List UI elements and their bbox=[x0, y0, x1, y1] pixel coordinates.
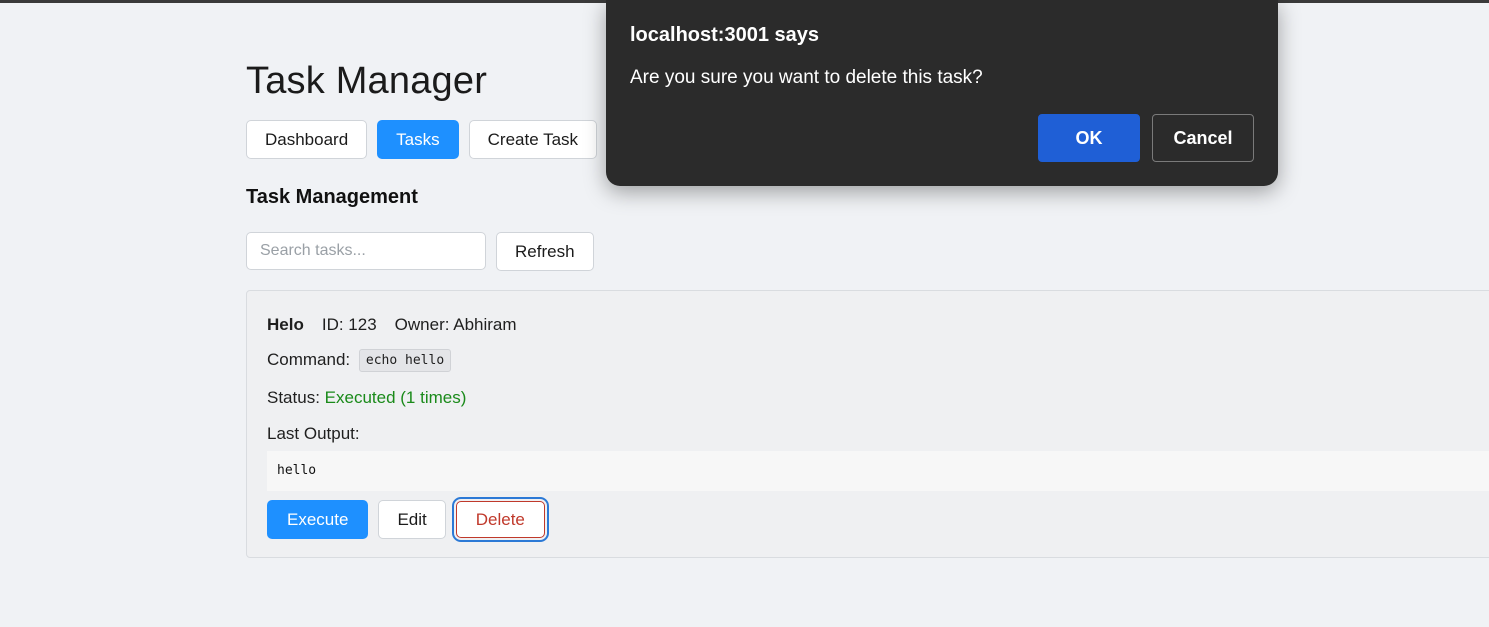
dialog-actions: OK Cancel bbox=[1038, 114, 1254, 162]
confirm-dialog: localhost:3001 says Are you sure you wan… bbox=[606, 0, 1278, 186]
task-header: Helo ID: 123 Owner: Abhiram bbox=[267, 315, 517, 335]
task-card: Helo ID: 123 Owner: Abhiram Command: ech… bbox=[246, 290, 1489, 558]
edit-button[interactable]: Edit bbox=[378, 500, 446, 539]
task-command-row: Command: echo hello bbox=[267, 349, 452, 372]
dialog-title: localhost:3001 says bbox=[630, 24, 819, 46]
task-owner: Owner: Abhiram bbox=[394, 315, 517, 334]
task-status-row: Status: Executed (1 times) bbox=[267, 388, 466, 408]
search-input[interactable] bbox=[246, 232, 486, 270]
dialog-ok-button[interactable]: OK bbox=[1038, 114, 1140, 162]
command-code: echo hello bbox=[358, 349, 452, 372]
task-id: ID: 123 bbox=[321, 315, 377, 334]
command-label: Command: bbox=[267, 350, 351, 369]
refresh-button[interactable]: Refresh bbox=[496, 232, 594, 271]
dialog-cancel-button[interactable]: Cancel bbox=[1152, 114, 1254, 162]
status-label: Status: bbox=[267, 388, 320, 407]
app-title: Task Manager bbox=[246, 60, 488, 102]
nav-create-task-button[interactable]: Create Task bbox=[468, 120, 598, 159]
nav-dashboard-button[interactable]: Dashboard bbox=[246, 120, 368, 159]
dialog-message: Are you sure you want to delete this tas… bbox=[630, 67, 983, 88]
delete-button[interactable]: Delete bbox=[451, 497, 549, 542]
search-row: Refresh bbox=[246, 232, 594, 271]
status-value: Executed (1 times) bbox=[324, 388, 467, 407]
main-nav: Dashboard Tasks Create Task bbox=[246, 120, 598, 159]
task-actions: Execute Edit Delete bbox=[267, 497, 549, 542]
section-title: Task Management bbox=[246, 186, 418, 208]
execute-button[interactable]: Execute bbox=[267, 500, 369, 539]
task-name: Helo bbox=[267, 315, 304, 334]
output-label: Last Output: bbox=[267, 424, 360, 443]
nav-tasks-button[interactable]: Tasks bbox=[377, 120, 459, 159]
output-box: hello bbox=[267, 451, 1489, 491]
